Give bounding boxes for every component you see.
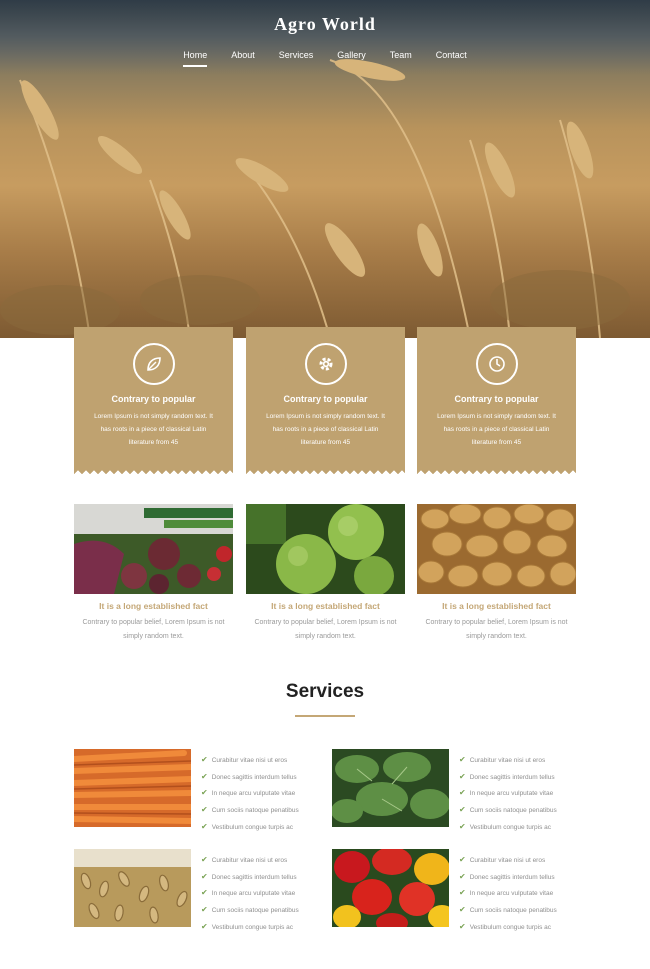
list-item: ✔ Donec sagittis interdum tellus: [459, 871, 555, 881]
peppers-image[interactable]: [332, 849, 449, 927]
check-icon: ✔: [201, 821, 208, 831]
product-title[interactable]: It is a long established fact: [417, 601, 576, 611]
list-item: ✔ In neque arcu vulputate vitae: [201, 888, 296, 898]
list-item: ✔ In neque arcu vulputate vitae: [459, 888, 554, 898]
check-icon: ✔: [459, 805, 466, 815]
list-item: ✔ Donec sagittis interdum tellus: [201, 871, 297, 881]
nav-services[interactable]: Services: [279, 50, 314, 67]
carrots-image[interactable]: [74, 749, 191, 827]
feature-card: Contrary to popular Lorem Ipsum is not s…: [74, 327, 233, 475]
check-icon: ✔: [459, 771, 466, 781]
feature-text: Lorem Ipsum is not simply random text. I…: [437, 413, 556, 446]
service-block: ✔ Curabitur vitae nisi ut eros ✔ Donec sag…: [332, 849, 582, 931]
list-item: ✔ Donec sagittis interdum tellus: [201, 771, 297, 781]
heading-underline: [295, 715, 355, 717]
list-item: ✔ Cum sociis natoque penatibus: [201, 805, 299, 815]
list-item: ✔ In neque arcu vulputate vitae: [459, 788, 554, 798]
list-item: ✔ Curabitur vitae nisi ut eros: [459, 855, 546, 864]
list-item: ✔ Cum sociis natoque penatibus: [459, 905, 557, 915]
product-text: Contrary to popular belief, Lorem Ipsum …: [82, 619, 225, 640]
check-icon: ✔: [459, 788, 466, 798]
list-item: ✔ Curabitur vitae nisi ut eros: [459, 755, 546, 764]
oats-image[interactable]: [74, 849, 191, 927]
list-item: ✔ Donec sagittis interdum tellus: [459, 771, 555, 781]
site-logo[interactable]: Agro World: [0, 14, 650, 35]
list-item: ✔ Vestibulum congue turpis ac: [201, 821, 294, 831]
list-item: ✔ Curabitur vitae nisi ut eros: [201, 755, 288, 764]
check-icon: ✔: [459, 855, 466, 864]
feature-title: Contrary to popular: [454, 394, 539, 404]
services-heading: Services: [285, 681, 365, 702]
leafy-greens-image[interactable]: [332, 749, 449, 827]
feature-cards: Contrary to popular Lorem Ipsum is not s…: [74, 327, 576, 475]
feature-card: Contrary to popular Lorem Ipsum is not s…: [417, 327, 576, 475]
service-list: ✔ Curabitur vitae nisi ut eros ✔ Donec sag…: [201, 752, 299, 836]
check-icon: ✔: [459, 921, 466, 931]
product-title[interactable]: It is a long established fact: [246, 601, 405, 611]
check-icon: ✔: [459, 888, 466, 898]
beets-image[interactable]: [74, 504, 233, 594]
feature-title: Contrary to popular: [111, 394, 196, 404]
product-card: It is a long established fact Contrary t…: [417, 504, 576, 644]
product-text: Contrary to popular belief, Lorem Ipsum …: [425, 619, 568, 640]
gear-icon: [304, 343, 347, 385]
service-list: ✔ Curabitur vitae nisi ut eros ✔ Donec sag…: [201, 852, 299, 936]
list-item: ✔ Vestibulum congue turpis ac: [201, 921, 294, 931]
list-item: ✔ In neque arcu vulputate vitae: [201, 788, 296, 798]
check-icon: ✔: [459, 821, 466, 831]
feature-title: Contrary to popular: [283, 394, 368, 404]
check-icon: ✔: [201, 755, 208, 764]
check-icon: ✔: [459, 871, 466, 881]
list-item: ✔ Vestibulum congue turpis ac: [459, 921, 552, 931]
nav-team[interactable]: Team: [390, 50, 412, 67]
potatoes-image[interactable]: [417, 504, 576, 594]
apples-image[interactable]: [246, 504, 405, 594]
main-nav: Home About Services Gallery Team Contact: [0, 50, 650, 67]
check-icon: ✔: [459, 755, 466, 764]
list-item: ✔ Cum sociis natoque penatibus: [201, 905, 299, 915]
nav-home[interactable]: Home: [183, 50, 208, 67]
check-icon: ✔: [201, 921, 208, 931]
product-text: Contrary to popular belief, Lorem Ipsum …: [254, 619, 397, 640]
service-block: ✔ Curabitur vitae nisi ut eros ✔ Donec sag…: [332, 749, 582, 831]
nav-about[interactable]: About: [231, 50, 255, 67]
clock-icon: [475, 343, 518, 385]
nav-gallery[interactable]: Gallery: [337, 50, 366, 67]
list-item: ✔ Cum sociis natoque penatibus: [459, 805, 557, 815]
check-icon: ✔: [201, 855, 208, 864]
leaf-icon: [132, 343, 175, 385]
service-block: ✔ Curabitur vitae nisi ut eros ✔ Donec sag…: [74, 849, 324, 931]
feature-card: Contrary to popular Lorem Ipsum is not s…: [246, 327, 405, 475]
product-card: It is a long established fact Contrary t…: [74, 504, 233, 644]
feature-text: Lorem Ipsum is not simply random text. I…: [266, 413, 385, 446]
feature-text: Lorem Ipsum is not simply random text. I…: [94, 413, 213, 446]
service-list: ✔ Curabitur vitae nisi ut eros ✔ Donec sag…: [459, 752, 557, 836]
check-icon: ✔: [201, 905, 208, 915]
list-item: ✔ Curabitur vitae nisi ut eros: [201, 855, 288, 864]
nav-contact[interactable]: Contact: [436, 50, 467, 67]
check-icon: ✔: [201, 788, 208, 798]
product-card: It is a long established fact Contrary t…: [246, 504, 405, 644]
check-icon: ✔: [459, 905, 466, 915]
service-block: ✔ Curabitur vitae nisi ut eros ✔ Donec sag…: [74, 749, 324, 831]
check-icon: ✔: [201, 871, 208, 881]
check-icon: ✔: [201, 771, 208, 781]
product-title[interactable]: It is a long established fact: [74, 601, 233, 611]
hero-banner: Agro World Home About Services Gallery T…: [0, 0, 650, 338]
service-list: ✔ Curabitur vitae nisi ut eros ✔ Donec sag…: [459, 852, 557, 936]
check-icon: ✔: [201, 805, 208, 815]
check-icon: ✔: [201, 888, 208, 898]
list-item: ✔ Vestibulum congue turpis ac: [459, 821, 552, 831]
